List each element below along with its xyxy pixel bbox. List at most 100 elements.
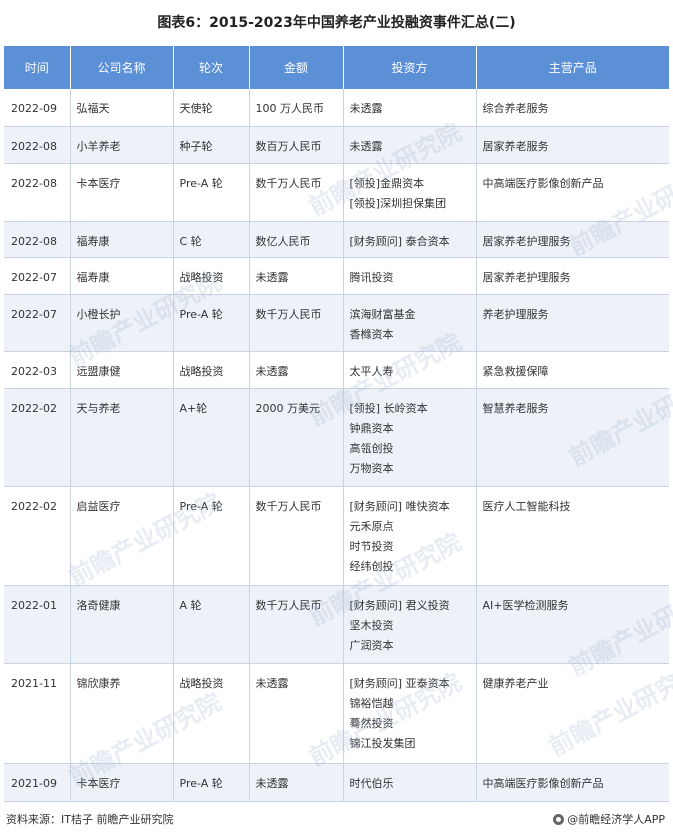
cell-company: 福寿康 bbox=[70, 257, 174, 295]
page-title: 图表6：2015-2023年中国养老产业投融资事件汇总(二) bbox=[157, 15, 516, 31]
cell-date: 2022-01 bbox=[4, 585, 71, 664]
table-row: 2022-02 启益医疗 Pre-A 轮数千万人民币 [财务顾问] 唯快资本 元禾原点时… bbox=[4, 486, 669, 586]
cell-investors: 未透露 bbox=[343, 126, 477, 164]
cell-date: 2021-09 bbox=[4, 763, 71, 802]
cell-date: 2022-08 bbox=[4, 221, 71, 258]
investor-name: 锦江投发集团 bbox=[349, 736, 416, 750]
cell-date: 2022-08 bbox=[4, 126, 71, 164]
investor-name: 元禾原点 bbox=[349, 519, 394, 533]
cell-company: 福寿康 bbox=[70, 221, 174, 258]
investor-name: 未透露 bbox=[349, 139, 383, 153]
investment-events-table: 时间 公司名称 轮次 金额 投资方 主营产品 2022-09 弘福天 天使轮 100 … bbox=[4, 46, 669, 802]
investor-name: 锦裕恺越 bbox=[349, 696, 394, 710]
investor-name: [财务顾问] 唯快资本 bbox=[349, 499, 450, 513]
investor-name: 坚木投资 bbox=[349, 618, 394, 632]
cell-round: 天使轮 bbox=[173, 89, 250, 127]
investor-name: 未透露 bbox=[349, 102, 383, 115]
cell-product: 综合养老服务 bbox=[476, 89, 669, 127]
header-product: 主营产品 bbox=[476, 46, 669, 89]
investor-name: 香橼资本 bbox=[349, 327, 394, 341]
cell-investors: 太平人寿 bbox=[343, 351, 477, 389]
cell-date: 2022-08 bbox=[4, 163, 71, 222]
investor-name: [领投]深圳担保集团 bbox=[349, 196, 447, 210]
cell-round: Pre-A 轮 bbox=[173, 486, 250, 586]
investor-name: 时节投资 bbox=[349, 539, 394, 553]
cell-round: 战略投资 bbox=[173, 257, 250, 295]
cell-round: A+轮 bbox=[173, 388, 250, 487]
cell-amount: 数千万人民币 bbox=[249, 585, 344, 664]
brand-label: @前瞻经济学人APP bbox=[567, 813, 665, 826]
table-row: 2022-07 福寿康 战略投资 未透露 腾讯投资 居家养老护理服务 bbox=[4, 257, 669, 295]
brand-footer: @前瞻经济学人APP bbox=[553, 811, 665, 827]
cell-investors: 滨海财富基金 香橼资本 bbox=[343, 294, 477, 352]
cell-amount: 数千万人民币 bbox=[249, 294, 344, 352]
investor-name: 太平人寿 bbox=[349, 364, 394, 378]
cell-investors: 腾讯投资 bbox=[343, 257, 477, 295]
cell-date: 2022-02 bbox=[4, 388, 71, 487]
table-row: 2022-08 卡本医疗 Pre-A 轮数千万人民币 [领投]金鼎资本 [领投]深圳担保… bbox=[4, 163, 669, 222]
cell-round: 战略投资 bbox=[173, 663, 250, 764]
header-investors: 投资方 bbox=[343, 46, 477, 89]
cell-product: 居家养老服务 bbox=[476, 126, 669, 164]
investor-name: 蓦然投资 bbox=[349, 716, 394, 730]
cell-product: 医疗人工智能科技 bbox=[476, 486, 669, 586]
cell-round: Pre-A 轮 bbox=[173, 163, 250, 222]
cell-company: 天与养老 bbox=[70, 388, 174, 487]
investor-name: 高瓴创投 bbox=[349, 441, 394, 455]
cell-investors: 未透露 bbox=[343, 89, 477, 127]
cell-date: 2022-09 bbox=[4, 89, 71, 127]
cell-investors: [领投] 长岭资本 钟鼎资本 高瓴创投 万物资本 bbox=[343, 388, 477, 487]
cell-product: 健康养老产业 bbox=[476, 663, 669, 764]
table-row: 2022-08 福寿康 C 轮数亿人民币 [财务顾问] 泰合资本 居家养老护理服务 bbox=[4, 221, 669, 258]
cell-company: 远盟康健 bbox=[70, 351, 174, 389]
table-row: 2022-09 弘福天 天使轮 100 万人民币 未透露 综合养老服务 bbox=[4, 89, 669, 127]
cell-company: 锦欣康养 bbox=[70, 663, 174, 764]
header-amount: 金额 bbox=[249, 46, 344, 89]
investor-name: 腾讯投资 bbox=[349, 270, 394, 284]
table-row: 2021-11 锦欣康养 战略投资 未透露 [财务顾问] 亚泰资本 锦裕恺越 蓦然投资 锦江投… bbox=[4, 663, 669, 764]
cell-date: 2021-11 bbox=[4, 663, 71, 764]
investor-name: 滨海财富基金 bbox=[349, 307, 416, 321]
investor-name: 钟鼎资本 bbox=[349, 421, 394, 435]
table-row: 2022-08 小羊养老 种子轮 数百万人民币 未透露 居家养老服务 bbox=[4, 126, 669, 164]
investor-name: [财务顾问] 亚泰资本 bbox=[349, 676, 450, 690]
cell-investors: [财务顾问] 君义投资 坚木投资广润资本 bbox=[343, 585, 477, 664]
cell-amount: 数千万人民币 bbox=[249, 163, 344, 222]
cell-company: 小羊养老 bbox=[70, 126, 174, 164]
cell-amount: 未透露 bbox=[249, 351, 344, 389]
header-round: 轮次 bbox=[173, 46, 250, 89]
investor-name: 万物资本 bbox=[349, 461, 394, 475]
cell-amount: 100 万人民币 bbox=[249, 89, 344, 127]
investor-name: [财务顾问] 君义投资 bbox=[349, 598, 450, 612]
investor-name: [财务顾问] 泰合资本 bbox=[349, 234, 450, 248]
cell-round: Pre-A 轮 bbox=[173, 763, 250, 802]
cell-date: 2022-07 bbox=[4, 294, 71, 352]
cell-amount: 2000 万美元 bbox=[249, 388, 344, 487]
cell-company: 启益医疗 bbox=[70, 486, 174, 586]
cell-round: 战略投资 bbox=[173, 351, 250, 389]
cell-product: 居家养老护理服务 bbox=[476, 221, 669, 258]
cell-product: AI+医学检测服务 bbox=[476, 585, 669, 664]
cell-date: 2022-02 bbox=[4, 486, 71, 586]
cell-date: 2022-07 bbox=[4, 257, 71, 295]
cell-company: 卡本医疗 bbox=[70, 763, 174, 802]
table-row: 2022-01 洛奇健康 A 轮数千万人民币 [财务顾问] 君义投资 坚木投资 广润资本 A… bbox=[4, 585, 669, 664]
cell-investors: [财务顾问] 唯快资本 元禾原点时节投资经纬创投 bbox=[343, 486, 477, 586]
cell-amount: 数百万人民币 bbox=[249, 126, 344, 164]
investor-name: 广润资本 bbox=[349, 638, 394, 652]
header-company: 公司名称 bbox=[70, 46, 174, 89]
investor-name: [领投]金鼎资本 bbox=[349, 176, 425, 190]
cell-round: A 轮 bbox=[173, 585, 250, 664]
table-row: 2021-09 卡本医疗 Pre-A 轮未透露 时代伯乐 中高端医疗影像创新产品 bbox=[4, 763, 669, 802]
table-row: 2022-07 小橙长护 Pre-A 轮数千万人民币 滨海财富基金 香橼资本 养老护理服务 bbox=[4, 294, 669, 352]
investor-name: 经纬创投 bbox=[349, 559, 394, 573]
source-note: 资料来源：IT桔子 前瞻产业研究院 bbox=[6, 813, 174, 826]
cell-date: 2022-03 bbox=[4, 351, 71, 389]
cell-investors: [领投]金鼎资本 [领投]深圳担保集团 bbox=[343, 163, 477, 222]
table-row: 2022-03 远盟康健 战略投资 未透露 太平人寿 紧急救援保障 bbox=[4, 351, 669, 389]
cell-product: 智慧养老服务 bbox=[476, 388, 669, 487]
cell-company: 洛奇健康 bbox=[70, 585, 174, 664]
cell-company: 小橙长护 bbox=[70, 294, 174, 352]
cell-product: 紧急救援保障 bbox=[476, 351, 669, 389]
cell-round: C 轮 bbox=[173, 221, 250, 258]
